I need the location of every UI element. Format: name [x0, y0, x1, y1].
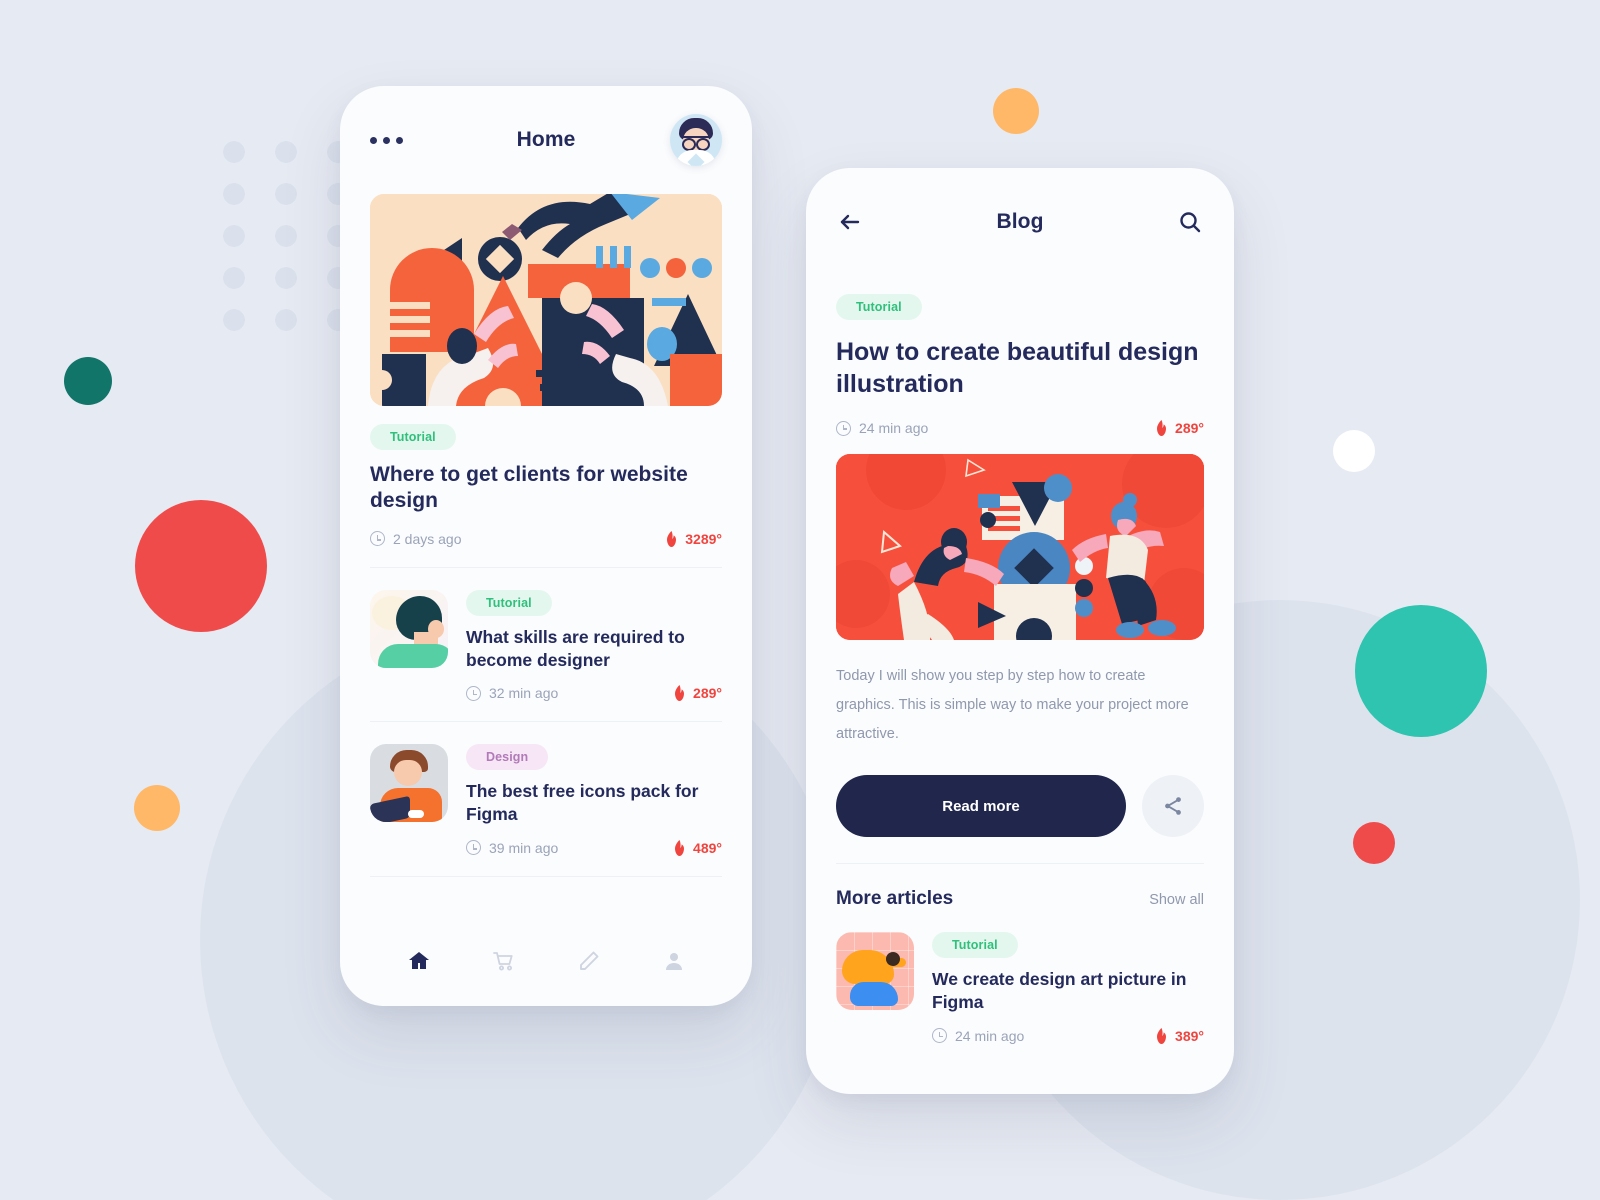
blog-topbar: Blog — [806, 168, 1234, 276]
flame-icon — [675, 685, 685, 702]
list-item-meta: 24 min ago 389° — [932, 1027, 1204, 1044]
show-all-link[interactable]: Show all — [1149, 892, 1204, 908]
flame-icon — [1157, 1027, 1167, 1044]
share-icon — [1165, 797, 1181, 815]
list-item[interactable]: Tutorial What skills are required to bec… — [340, 568, 752, 702]
decor-circle-red-small — [1353, 822, 1395, 864]
nav-home-icon[interactable] — [404, 946, 434, 976]
decor-circle-red-large — [135, 500, 267, 632]
featured-time-label: 2 days ago — [393, 530, 462, 547]
badge-tutorial: Tutorial — [466, 589, 552, 616]
list-item-heat-label: 489° — [693, 839, 722, 856]
thumbnail-person-green — [370, 589, 448, 668]
list-item-heat-label: 389° — [1175, 1027, 1204, 1044]
post-meta: 24 min ago 289° — [836, 420, 1204, 436]
background-decoration — [0, 0, 1600, 1200]
flame-icon — [675, 839, 685, 856]
clock-icon — [370, 531, 385, 547]
more-horizontal-icon[interactable] — [370, 136, 403, 144]
list-item-heat: 389° — [1155, 1027, 1204, 1044]
featured-hero-illustration[interactable] — [370, 194, 722, 406]
flame-icon — [667, 530, 677, 547]
nav-person-icon[interactable] — [659, 946, 689, 976]
canvas: Home Tutorial Where to get clients for w… — [0, 0, 1600, 1200]
post-time-label: 24 min ago — [859, 420, 929, 436]
decor-circle-teal-small — [64, 357, 112, 405]
post-actions: Read more — [836, 775, 1204, 837]
featured-meta: 2 days ago 3289° — [370, 530, 722, 547]
badge-tutorial: Tutorial — [370, 424, 456, 450]
post-body-section: Today I will show you step by step how t… — [806, 640, 1234, 837]
flame-icon — [1157, 420, 1167, 436]
decor-circle-teal-large — [1355, 605, 1487, 737]
featured-heat: 3289° — [665, 530, 722, 547]
list-item-title: The best free icons pack for Figma — [466, 781, 699, 825]
clock-icon — [836, 420, 851, 436]
post-heat-label: 289° — [1175, 420, 1204, 436]
divider — [836, 863, 1204, 864]
post-time: 24 min ago — [836, 420, 928, 436]
avatar[interactable] — [670, 114, 722, 166]
featured-time: 2 days ago — [370, 531, 462, 547]
list-item-time: 24 min ago — [932, 1028, 1024, 1044]
phone-home-screen: Home Tutorial Where to get clients for w… — [340, 86, 752, 1006]
thumbnail-person-pink — [836, 932, 914, 1010]
clock-icon — [932, 1028, 947, 1043]
list-item-heat: 489° — [673, 839, 722, 856]
post-title: How to create beautiful design illustrat… — [836, 338, 1199, 398]
list-item[interactable]: Tutorial We create design art picture in… — [806, 910, 1234, 1044]
page-title: Blog — [996, 210, 1044, 233]
arrow-left-icon[interactable] — [836, 208, 864, 236]
post-hero-illustration[interactable] — [836, 454, 1204, 640]
read-more-button[interactable]: Read more — [836, 775, 1126, 837]
thumbnail-person-orange — [370, 744, 448, 823]
list-item-time-label: 24 min ago — [955, 1027, 1025, 1044]
nav-cart-icon[interactable] — [489, 946, 519, 976]
list-item-time-label: 39 min ago — [489, 839, 559, 856]
decor-circle-orange-top — [993, 88, 1039, 134]
share-button[interactable] — [1142, 775, 1204, 837]
search-icon[interactable] — [1176, 208, 1204, 236]
nav-pencil-icon[interactable] — [574, 946, 604, 976]
more-articles-header: More articles Show all — [806, 888, 1234, 910]
list-item-time: 32 min ago — [466, 685, 558, 701]
list-item-meta: 32 min ago 289° — [466, 685, 722, 702]
badge-design: Design — [466, 744, 549, 771]
home-topbar: Home — [340, 86, 752, 194]
bottom-navigation — [340, 946, 752, 976]
list-item-time: 39 min ago — [466, 840, 558, 856]
list-item-heat: 289° — [673, 685, 722, 702]
list-item-meta: 39 min ago 489° — [466, 839, 722, 856]
badge-tutorial: Tutorial — [932, 932, 1018, 958]
featured-heat-label: 3289° — [685, 530, 722, 547]
list-item[interactable]: Design The best free icons pack for Figm… — [340, 722, 752, 856]
clock-icon — [466, 685, 481, 701]
decor-circle-white — [1333, 430, 1375, 472]
phone-blog-screen: Blog Tutorial How to create beautiful de… — [806, 168, 1234, 1094]
post-body-text: Today I will show you step by step how t… — [836, 668, 1189, 742]
decor-circle-orange-left — [134, 785, 180, 831]
clock-icon — [466, 840, 481, 856]
featured-article-card[interactable]: Tutorial Where to get clients for websit… — [340, 406, 752, 547]
badge-tutorial: Tutorial — [836, 294, 922, 320]
blog-post-header: Tutorial How to create beautiful design … — [806, 276, 1234, 436]
featured-title: Where to get clients for website design — [370, 463, 688, 513]
post-heat: 289° — [1155, 420, 1204, 436]
more-articles-title: More articles — [836, 888, 954, 909]
list-item-title: We create design art picture in Figma — [932, 969, 1187, 1012]
list-item-time-label: 32 min ago — [489, 685, 559, 702]
list-item-title: What skills are required to become desig… — [466, 626, 685, 670]
divider — [370, 875, 722, 877]
list-item-heat-label: 289° — [693, 685, 722, 702]
